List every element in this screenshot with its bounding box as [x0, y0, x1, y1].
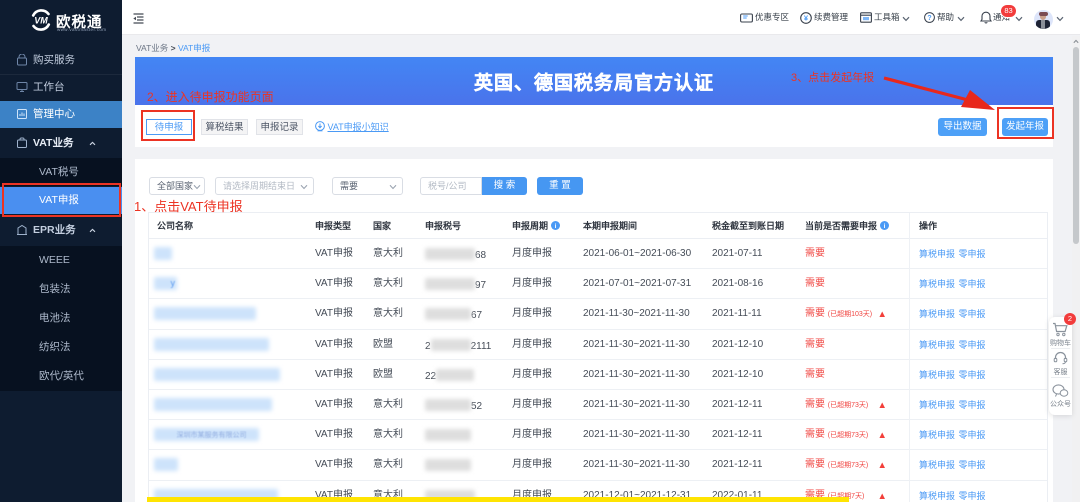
svg-text:i: i: [554, 223, 556, 230]
svg-text:¥: ¥: [804, 14, 809, 23]
svg-text:?: ?: [927, 15, 931, 22]
svg-text:i: i: [883, 223, 885, 230]
svg-text:VM: VM: [34, 16, 48, 26]
